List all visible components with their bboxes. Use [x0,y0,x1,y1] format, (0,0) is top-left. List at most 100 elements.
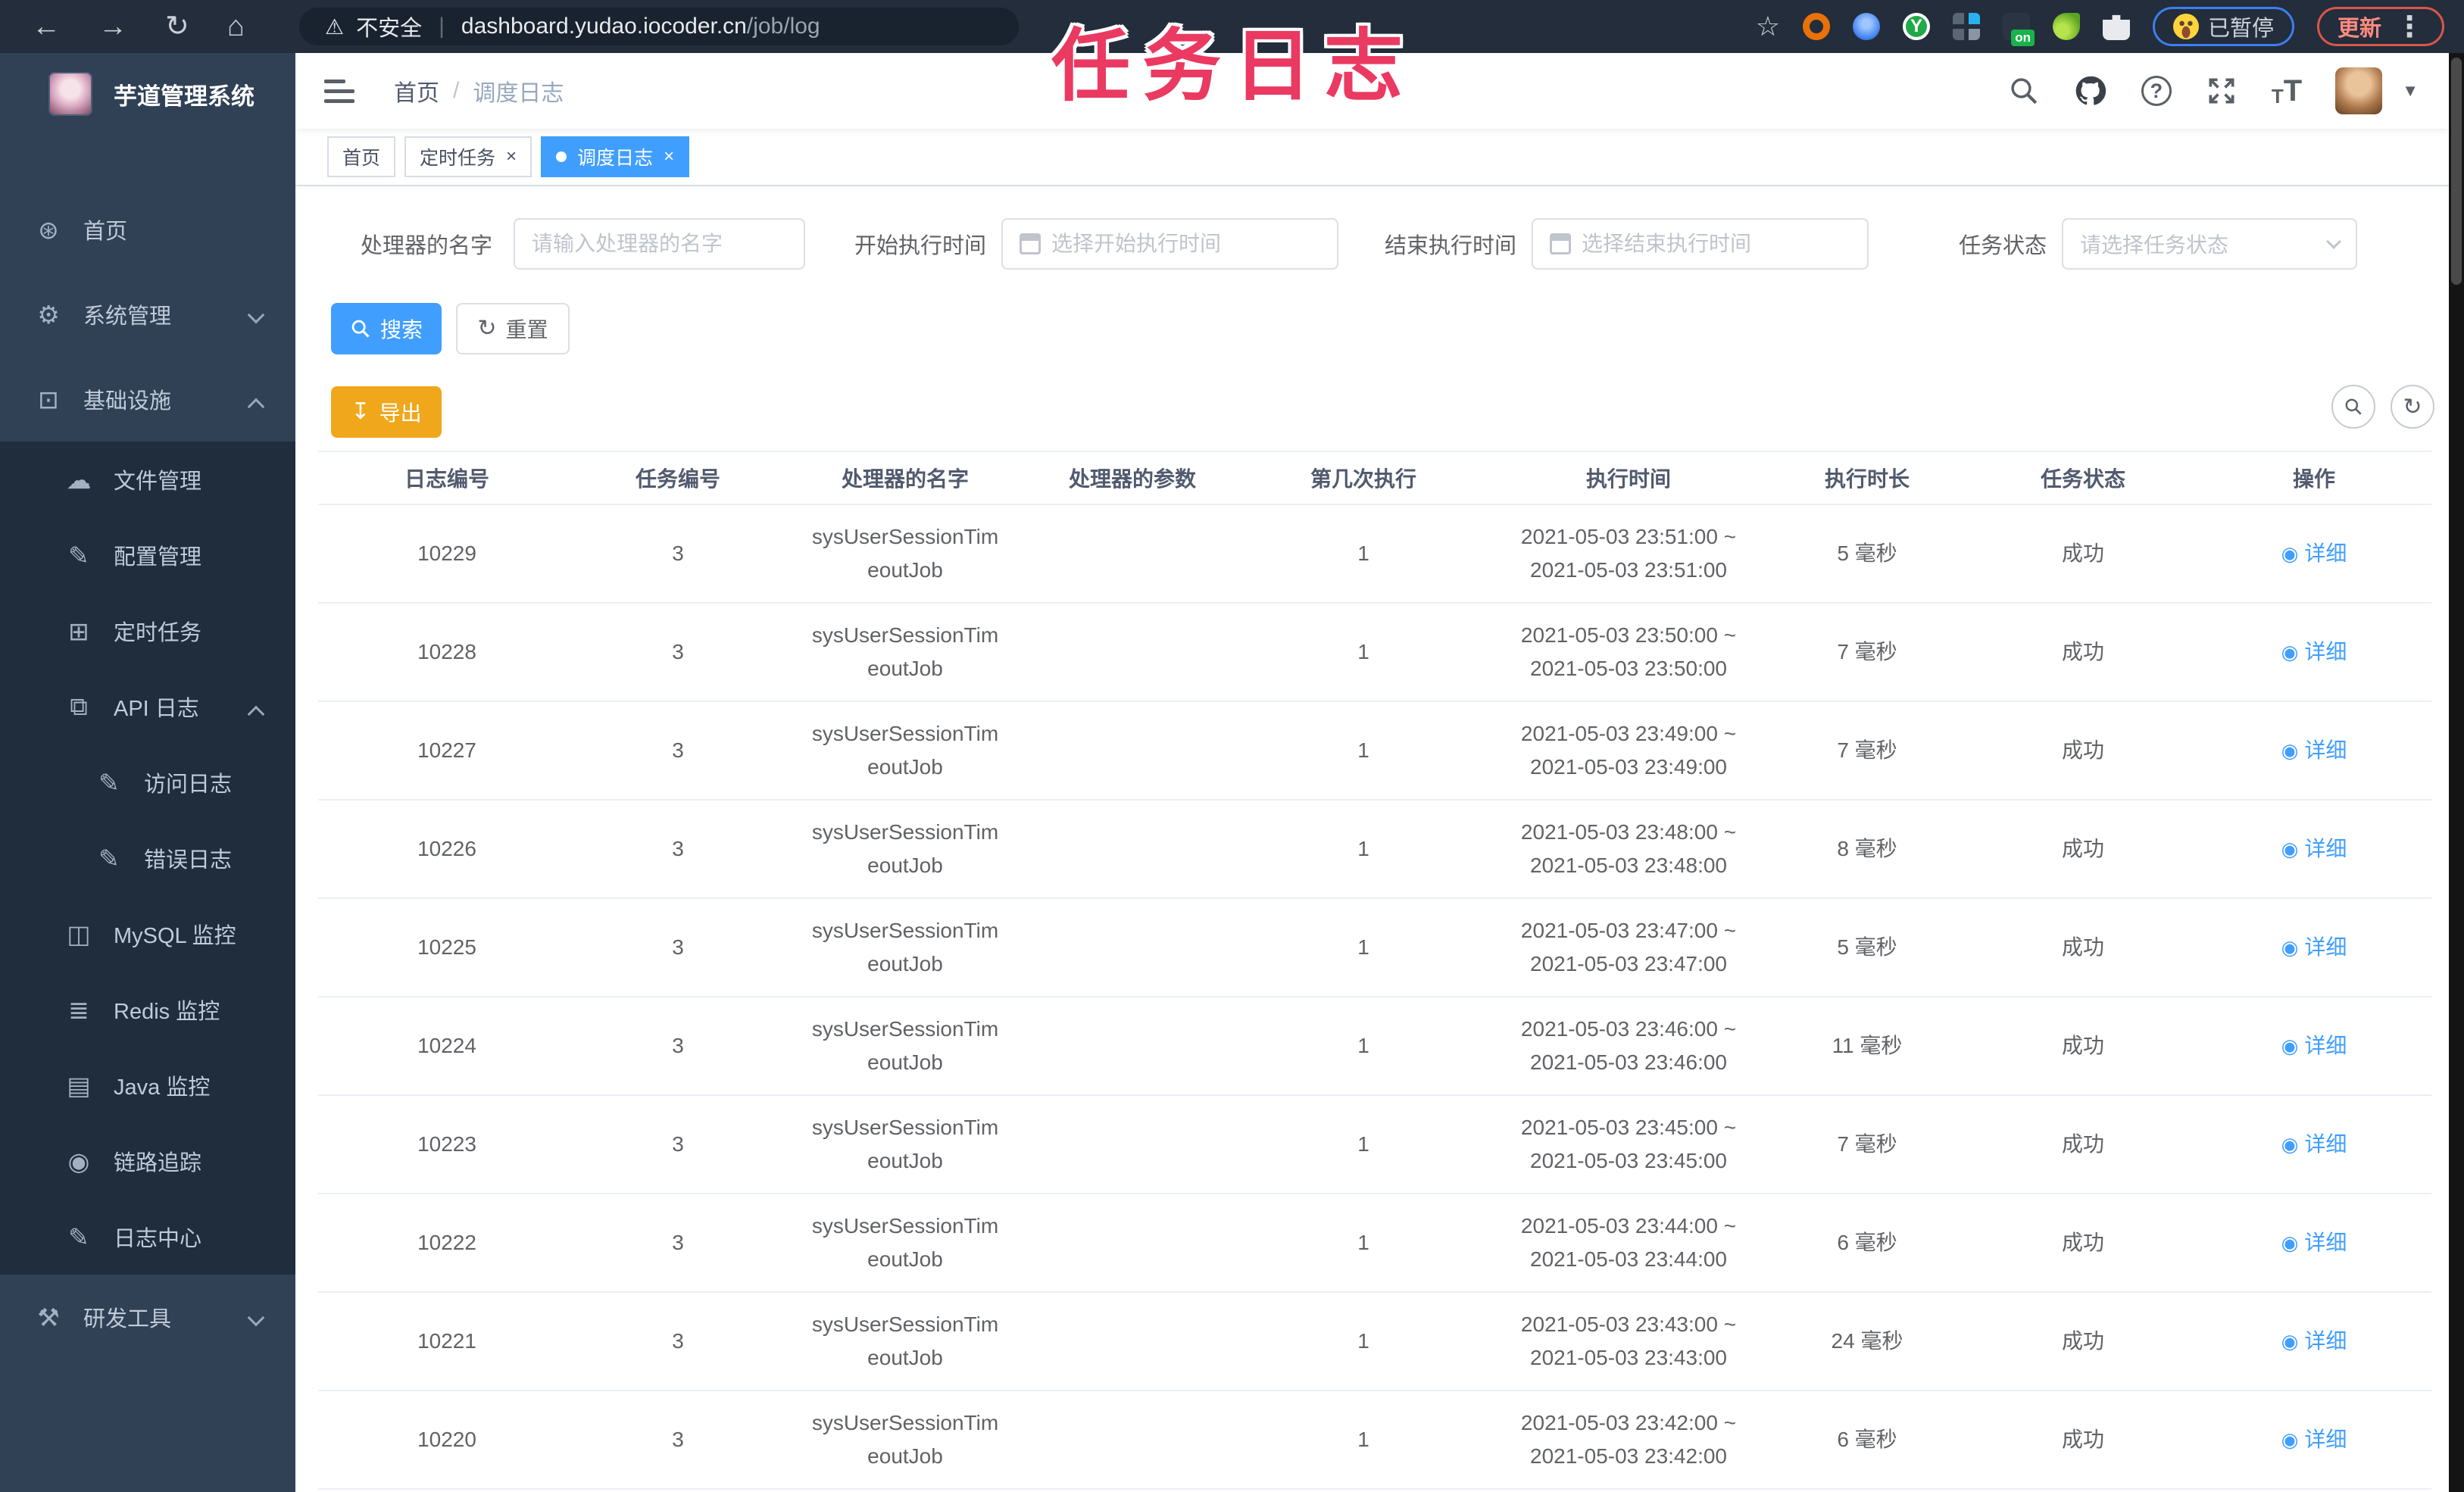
end-time-input[interactable] [1582,232,1850,256]
cell-log-id: 10224 [318,997,576,1096]
reset-button-label: 重置 [505,318,548,342]
sidebar-item[interactable]: ✎ 配置管理 [0,517,295,593]
home-icon[interactable]: ⌂ [227,12,245,41]
emoji-face-icon [2172,14,2199,39]
tab-timed-task[interactable]: 定时任务 × [404,136,532,177]
github-icon[interactable] [2073,73,2108,108]
sidebar-item-label: API 日志 [114,697,199,721]
refresh-table-button[interactable]: ↻ [2391,385,2434,429]
task-status-select[interactable]: 请选择任务状态 [2062,218,2357,270]
sidebar-item[interactable]: ☁ 文件管理 [0,442,295,517]
cell-status: 成功 [1969,997,2197,1096]
fullscreen-icon[interactable] [2205,74,2238,108]
handler-name-label: 处理器的名字 [360,234,492,258]
sidebar-item[interactable]: ≣ Redis 监控 [0,972,295,1047]
font-size-icon[interactable]: TT [2272,74,2302,108]
hamburger-icon[interactable] [324,79,354,103]
extension-puzzle-icon[interactable] [2102,14,2130,40]
tab-home[interactable]: 首页 [327,136,396,177]
bookmark-star-icon[interactable]: ☆ [1756,11,1780,42]
cell-handler-name: sysUserSessionTim eoutJob [780,997,1030,1096]
extension-leaf-icon[interactable] [2052,13,2080,40]
cell-handler-name: sysUserSessionTim eoutJob [780,1391,1030,1490]
browser-menu-icon[interactable]: ⋮ [2395,10,2424,44]
extension-ring-icon[interactable] [1802,13,1830,40]
update-button[interactable]: 更新 ⋮ [2316,7,2444,46]
sidebar-item[interactable]: ✎ 访问日志 [0,744,295,820]
sidebar-item[interactable]: ⊞ 定时任务 [0,593,295,669]
search-icon[interactable] [2008,75,2040,107]
tab-schedule-log[interactable]: 调度日志 × [541,136,690,177]
reset-button[interactable]: ↻ 重置 [456,303,570,354]
help-icon[interactable]: ? [2141,76,2172,106]
logo-row[interactable]: 芋道管理系统 [0,53,295,135]
detail-link[interactable]: ◉ 详细 [2281,635,2347,669]
table-header: 日志编号 任务编号 处理器的名字 处理器的参数 第几次执行 执行时间 执行时长 任务状态 操作 [318,451,2431,505]
cell-task-id: 3 [576,1194,780,1293]
sidebar-item[interactable]: ▤ Java 监控 [0,1047,295,1123]
cell-exec-index: 1 [1235,1095,1492,1194]
sidebar-item[interactable]: ⧉ API 日志 [0,669,295,744]
back-icon[interactable]: ← [32,12,61,41]
sidebar-item[interactable]: ⊡ 基础设施 [0,357,295,442]
forward-icon[interactable]: → [98,12,127,41]
cell-handler-name: sysUserSessionTim eoutJob [780,701,1030,801]
sidebar-item[interactable]: ◫ MySQL 监控 [0,896,295,972]
active-dot [556,151,567,162]
scrollbar-thumb[interactable] [2451,58,2462,285]
sidebar-item[interactable]: ⊛ 首页 [0,187,295,272]
detail-link[interactable]: ◉ 详细 [2281,1325,2347,1358]
detail-link[interactable]: ◉ 详细 [2281,734,2347,767]
reload-icon[interactable]: ↻ [165,12,189,41]
close-icon[interactable]: × [664,146,674,167]
sidebar-item[interactable]: ◉ 链路追踪 [0,1123,295,1199]
paused-badge[interactable]: 已暂停 [2152,7,2294,46]
handler-name-input[interactable] [532,232,787,256]
detail-link[interactable]: ◉ 详细 [2281,1029,2347,1063]
error-log-icon: ✎ [98,844,120,872]
cell-log-id: 10227 [318,701,576,801]
column-header: 任务编号 [576,451,780,505]
cell-log-id: 10222 [318,1194,576,1293]
extension-grid-icon[interactable] [1952,13,1980,40]
sidebar-item[interactable]: ✎ 错误日志 [0,820,295,896]
cell-exec-index: 1 [1235,701,1492,801]
toggle-search-button[interactable] [2331,385,2375,429]
search-button[interactable]: 搜索 [331,303,442,354]
export-button[interactable]: ↧ 导出 [331,386,442,438]
address-bar[interactable]: ⚠ 不安全 | dashboard.yudao.iocoder.cn/job/l… [299,8,1019,45]
detail-link[interactable]: ◉ 详细 [2281,931,2347,964]
cell-handler-param [1030,800,1235,899]
cell-exec-time: 2021-05-03 23:45:00 ~2021-05-03 23:45:00 [1492,1095,1765,1194]
infrastructure-icon: ⊡ [38,385,59,414]
close-icon[interactable]: × [506,146,517,167]
mysql-monitor-icon: ◫ [67,919,91,948]
extension-on-icon[interactable]: on [2002,13,2035,46]
extension-bulb-icon[interactable] [1852,13,1880,40]
extension-y-icon[interactable] [1902,13,1930,40]
page-scrollbar[interactable] [2449,53,2464,1492]
avatar[interactable] [2335,67,2383,114]
detail-link[interactable]: ◉ 详细 [2281,1128,2347,1161]
detail-link[interactable]: ◉ 详细 [2281,1423,2347,1456]
start-time-label: 开始执行时间 [854,234,987,258]
cell-duration: 7 毫秒 [1765,603,1969,702]
chevron-down-icon[interactable]: ▼ [2402,81,2419,101]
cell-handler-name: sysUserSessionTim eoutJob [780,898,1030,997]
main-area: 首页 / 调度日志 ? TT ▼ 首页 定时任务 × 调度日志 × 处理器的名字… [295,53,2449,1492]
detail-link[interactable]: ◉ 详细 [2281,832,2347,866]
start-time-input[interactable] [1051,232,1320,256]
sidebar-item[interactable]: ✎ 日志中心 [0,1199,295,1275]
chevron-up-icon [247,398,265,416]
sidebar-item[interactable]: ⚒ 研发工具 [0,1275,295,1359]
table-row: 10221 3 sysUserSessionTim eoutJob 1 2021-05-0… [318,1292,2431,1391]
cell-status: 成功 [1969,1194,2197,1293]
log-table: 日志编号 任务编号 处理器的名字 处理器的参数 第几次执行 执行时间 执行时长 任务状态 操作 … [318,451,2431,1490]
start-time-input-wrap [1001,218,1338,270]
sidebar-item[interactable]: ⚙ 系统管理 [0,272,295,357]
cell-handler-param [1030,1292,1235,1391]
breadcrumb-home[interactable]: 首页 [394,74,439,108]
detail-link[interactable]: ◉ 详细 [2281,1226,2347,1259]
cell-action: ◉ 详细 [2197,603,2431,702]
detail-link[interactable]: ◉ 详细 [2281,537,2347,570]
